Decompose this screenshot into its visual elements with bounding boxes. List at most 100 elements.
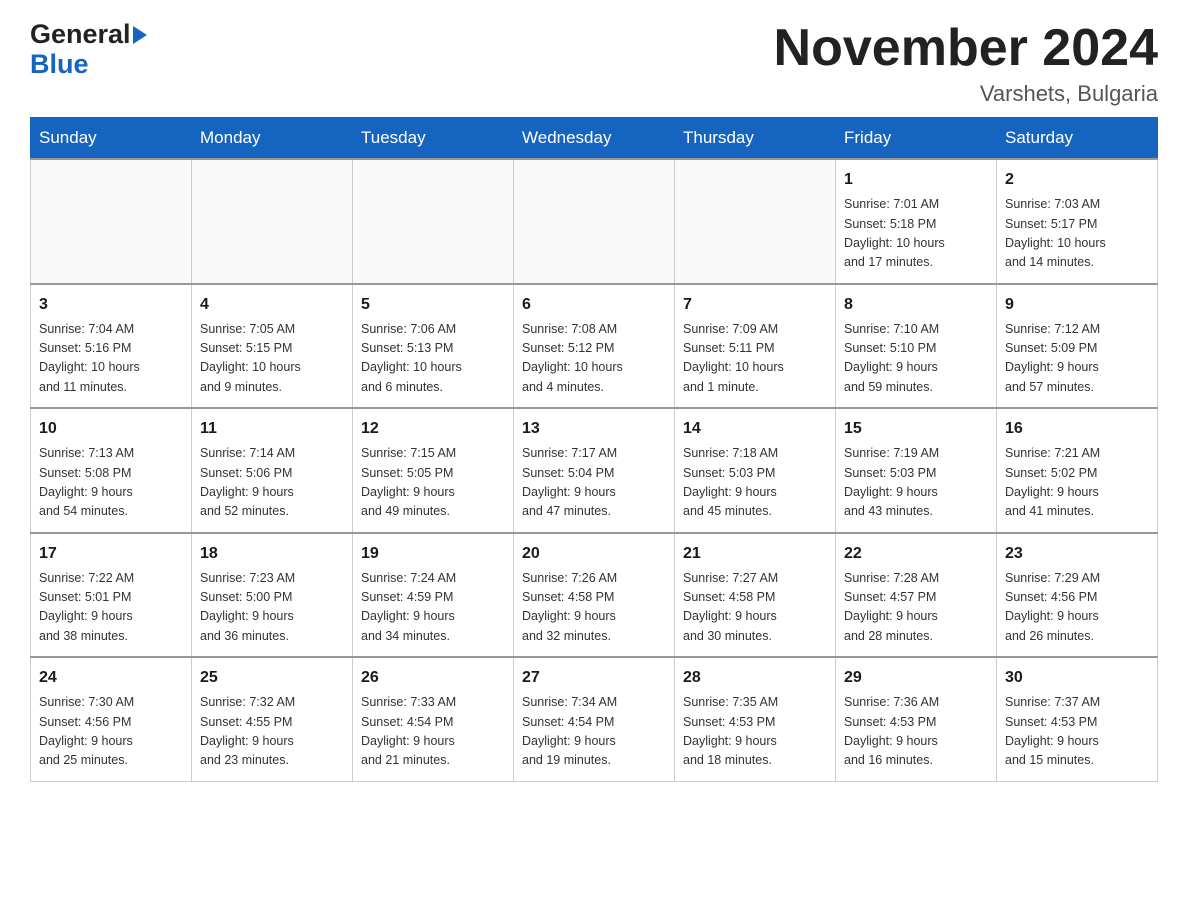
calendar-week-row: 17 Sunrise: 7:22 AMSunset: 5:01 PMDayligh… <box>31 533 1158 658</box>
calendar-week-row: 24Sunrise: 7:30 AMSunset: 4:56 PMDayligh… <box>31 657 1158 781</box>
day-number: 13 <box>522 417 666 441</box>
title-area: November 2024 Varshets, Bulgaria <box>774 20 1158 107</box>
day-info: Sunrise: 7:18 AMSunset: 5:03 PMDaylight:… <box>683 444 827 522</box>
day-info: Sunrise: 7:29 AMSunset: 4:56 PMDaylight:… <box>1005 569 1149 647</box>
calendar-day-cell: 19 Sunrise: 7:24 AMSunset: 4:59 PMDayligh… <box>353 533 514 658</box>
day-number: 7 <box>683 293 827 317</box>
day-number: 8 <box>844 293 988 317</box>
day-number: 9 <box>1005 293 1149 317</box>
calendar-title: November 2024 <box>774 20 1158 77</box>
day-info: Sunrise: 7:24 AMSunset: 4:59 PMDaylight:… <box>361 569 505 647</box>
calendar-day-cell: 25 Sunrise: 7:32 AMSunset: 4:55 PMDayligh… <box>192 657 353 781</box>
day-number: 22 <box>844 542 988 566</box>
day-number: 26 <box>361 666 505 690</box>
day-number: 12 <box>361 417 505 441</box>
day-info: Sunrise: 7:23 AMSunset: 5:00 PMDaylight:… <box>200 569 344 647</box>
day-number: 21 <box>683 542 827 566</box>
logo-general-text: General <box>30 20 131 50</box>
day-info: Sunrise: 7:21 AMSunset: 5:02 PMDaylight:… <box>1005 444 1149 522</box>
day-number: 23 <box>1005 542 1149 566</box>
day-info: Sunrise: 7:26 AMSunset: 4:58 PMDaylight:… <box>522 569 666 647</box>
calendar-day-cell: 15 Sunrise: 7:19 AMSunset: 5:03 PMDayligh… <box>836 408 997 533</box>
calendar-day-cell: 3 Sunrise: 7:04 AMSunset: 5:16 PMDaylight… <box>31 284 192 409</box>
day-info: Sunrise: 7:34 AMSunset: 4:54 PMDaylight:… <box>522 693 666 771</box>
calendar-day-cell: 27 Sunrise: 7:34 AMSunset: 4:54 PMDayligh… <box>514 657 675 781</box>
day-number: 20 <box>522 542 666 566</box>
day-info: Sunrise: 7:33 AMSunset: 4:54 PMDaylight:… <box>361 693 505 771</box>
day-info: Sunrise: 7:15 AMSunset: 5:05 PMDaylight:… <box>361 444 505 522</box>
day-info: Sunrise: 7:01 AMSunset: 5:18 PMDaylight:… <box>844 195 988 273</box>
calendar-day-cell: 5 Sunrise: 7:06 AMSunset: 5:13 PMDaylight… <box>353 284 514 409</box>
calendar-day-cell <box>675 159 836 284</box>
day-number: 15 <box>844 417 988 441</box>
day-number: 17 <box>39 542 183 566</box>
day-of-week-header: Friday <box>836 118 997 160</box>
day-info: Sunrise: 7:37 AMSunset: 4:53 PMDaylight:… <box>1005 693 1149 771</box>
calendar-day-cell: 29 Sunrise: 7:36 AMSunset: 4:53 PMDayligh… <box>836 657 997 781</box>
calendar-day-cell: 9 Sunrise: 7:12 AMSunset: 5:09 PMDaylight… <box>997 284 1158 409</box>
day-number: 25 <box>200 666 344 690</box>
day-number: 28 <box>683 666 827 690</box>
calendar-day-cell: 28 Sunrise: 7:35 AMSunset: 4:53 PMDayligh… <box>675 657 836 781</box>
calendar-day-cell: 10 Sunrise: 7:13 AMSunset: 5:08 PMDayligh… <box>31 408 192 533</box>
calendar-subtitle: Varshets, Bulgaria <box>774 81 1158 107</box>
day-info: Sunrise: 7:06 AMSunset: 5:13 PMDaylight:… <box>361 320 505 398</box>
calendar-day-cell: 23 Sunrise: 7:29 AMSunset: 4:56 PMDayligh… <box>997 533 1158 658</box>
day-of-week-header: Thursday <box>675 118 836 160</box>
day-number: 10 <box>39 417 183 441</box>
calendar-day-cell: 18 Sunrise: 7:23 AMSunset: 5:00 PMDayligh… <box>192 533 353 658</box>
day-info: Sunrise: 7:04 AMSunset: 5:16 PMDaylight:… <box>39 320 183 398</box>
day-number: 29 <box>844 666 988 690</box>
day-of-week-header: Saturday <box>997 118 1158 160</box>
day-number: 11 <box>200 417 344 441</box>
logo-blue-text: Blue <box>30 50 147 80</box>
calendar-day-cell: 24Sunrise: 7:30 AMSunset: 4:56 PMDayligh… <box>31 657 192 781</box>
day-info: Sunrise: 7:32 AMSunset: 4:55 PMDaylight:… <box>200 693 344 771</box>
day-number: 18 <box>200 542 344 566</box>
calendar-day-cell: 14 Sunrise: 7:18 AMSunset: 5:03 PMDayligh… <box>675 408 836 533</box>
day-of-week-header: Sunday <box>31 118 192 160</box>
day-number: 5 <box>361 293 505 317</box>
day-number: 30 <box>1005 666 1149 690</box>
calendar-day-cell: 1 Sunrise: 7:01 AMSunset: 5:18 PMDaylight… <box>836 159 997 284</box>
day-info: Sunrise: 7:22 AMSunset: 5:01 PMDaylight:… <box>39 569 183 647</box>
calendar-day-cell: 17 Sunrise: 7:22 AMSunset: 5:01 PMDayligh… <box>31 533 192 658</box>
day-info: Sunrise: 7:03 AMSunset: 5:17 PMDaylight:… <box>1005 195 1149 273</box>
calendar-week-row: 10 Sunrise: 7:13 AMSunset: 5:08 PMDayligh… <box>31 408 1158 533</box>
day-info: Sunrise: 7:30 AMSunset: 4:56 PMDaylight:… <box>39 693 183 771</box>
day-number: 14 <box>683 417 827 441</box>
day-info: Sunrise: 7:27 AMSunset: 4:58 PMDaylight:… <box>683 569 827 647</box>
logo: General Blue <box>30 20 147 79</box>
day-of-week-header: Tuesday <box>353 118 514 160</box>
day-info: Sunrise: 7:10 AMSunset: 5:10 PMDaylight:… <box>844 320 988 398</box>
day-number: 2 <box>1005 168 1149 192</box>
calendar-day-cell: 13Sunrise: 7:17 AMSunset: 5:04 PMDayligh… <box>514 408 675 533</box>
calendar-day-cell: 30 Sunrise: 7:37 AMSunset: 4:53 PMDayligh… <box>997 657 1158 781</box>
calendar-week-row: 1 Sunrise: 7:01 AMSunset: 5:18 PMDaylight… <box>31 159 1158 284</box>
calendar-day-cell <box>192 159 353 284</box>
day-info: Sunrise: 7:13 AMSunset: 5:08 PMDaylight:… <box>39 444 183 522</box>
day-info: Sunrise: 7:28 AMSunset: 4:57 PMDaylight:… <box>844 569 988 647</box>
logo-arrow-icon <box>133 26 147 44</box>
day-of-week-header: Wednesday <box>514 118 675 160</box>
day-number: 3 <box>39 293 183 317</box>
day-number: 1 <box>844 168 988 192</box>
day-info: Sunrise: 7:36 AMSunset: 4:53 PMDaylight:… <box>844 693 988 771</box>
calendar-day-cell: 4Sunrise: 7:05 AMSunset: 5:15 PMDaylight… <box>192 284 353 409</box>
day-info: Sunrise: 7:19 AMSunset: 5:03 PMDaylight:… <box>844 444 988 522</box>
day-info: Sunrise: 7:35 AMSunset: 4:53 PMDaylight:… <box>683 693 827 771</box>
calendar-day-cell: 12 Sunrise: 7:15 AMSunset: 5:05 PMDayligh… <box>353 408 514 533</box>
page-header: General Blue November 2024 Varshets, Bul… <box>30 20 1158 107</box>
calendar-day-cell: 21 Sunrise: 7:27 AMSunset: 4:58 PMDayligh… <box>675 533 836 658</box>
calendar-day-cell: 8 Sunrise: 7:10 AMSunset: 5:10 PMDaylight… <box>836 284 997 409</box>
day-number: 27 <box>522 666 666 690</box>
calendar-day-cell <box>514 159 675 284</box>
day-info: Sunrise: 7:05 AMSunset: 5:15 PMDaylight:… <box>200 320 344 398</box>
day-number: 19 <box>361 542 505 566</box>
day-info: Sunrise: 7:12 AMSunset: 5:09 PMDaylight:… <box>1005 320 1149 398</box>
day-info: Sunrise: 7:14 AMSunset: 5:06 PMDaylight:… <box>200 444 344 522</box>
calendar-table: SundayMondayTuesdayWednesdayThursdayFrid… <box>30 117 1158 782</box>
calendar-day-cell: 22 Sunrise: 7:28 AMSunset: 4:57 PMDayligh… <box>836 533 997 658</box>
calendar-day-cell: 20 Sunrise: 7:26 AMSunset: 4:58 PMDayligh… <box>514 533 675 658</box>
calendar-header-row: SundayMondayTuesdayWednesdayThursdayFrid… <box>31 118 1158 160</box>
